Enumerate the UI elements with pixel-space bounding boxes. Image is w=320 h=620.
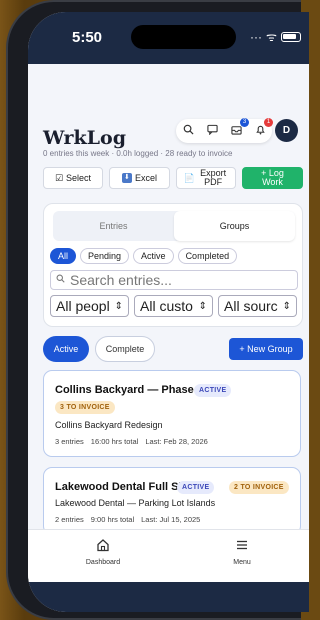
wifi-icon: ᯤ [266,30,277,44]
battery-icon [280,31,301,42]
export-pdf-button-label: Export PDF [200,168,227,187]
status-badge: ACTIVE [177,481,215,494]
search-placeholder: Search entries... [70,272,172,288]
excel-button-label: Excel [134,172,157,183]
nav-menu-label: Menu [233,559,251,566]
chevron-updown-icon: ⇕ [198,300,207,312]
signal-icon: ··· [250,29,262,44]
nav-menu[interactable]: Menu [212,538,272,566]
group-meta: 2 entries 9:00 hrs total Last: Jul 15, 2… [55,515,200,524]
weekly-summary: 0 entries this week · 0.0h logged · 28 r… [43,149,233,158]
chip-pending[interactable]: Pending [80,248,130,264]
group-title: Lakewood Dental Full Site [55,481,192,493]
search-icon[interactable] [180,124,196,138]
app-logo: WrkLog [43,127,126,149]
people-select-value: All peopl [56,298,110,314]
bottom-navigation: Dashboard Menu [28,529,309,582]
chip-completed[interactable]: Completed [177,248,238,264]
nav-dashboard-label: Dashboard [85,559,121,566]
bell-icon[interactable]: 1 [252,118,273,138]
status-badge: ACTIVE [194,384,232,397]
invoice-badge: 3 TO INVOICE [55,401,115,414]
log-work-button-label: + Log Work [261,168,284,187]
people-select[interactable]: All peopl ⇕ [50,295,129,317]
filter-panel: Entries Groups All Pending Active Comple… [43,203,303,327]
hamburger-menu-icon [212,538,272,555]
entry-count: 2 entries [55,515,84,524]
group-status-tabs: Active Complete + New Group [43,336,303,362]
inbox-count-badge: 3 [240,118,249,127]
header-icon-bar: 3 1 [176,118,273,143]
notification-count-badge: 1 [264,118,273,127]
download-icon: ⬇ [121,173,132,183]
tab-groups[interactable]: Groups [174,211,295,241]
view-toggle: Entries Groups [53,211,295,241]
chat-icon[interactable] [204,124,220,138]
status-icons: ··· ᯤ [250,28,301,45]
chevron-updown-icon: ⇕ [282,300,291,312]
dynamic-island [131,25,236,49]
last-date: Last: Jul 15, 2025 [141,515,201,524]
tab-complete-groups[interactable]: Complete [95,336,155,362]
source-select[interactable]: All sourc ⇕ [218,295,297,317]
log-work-button[interactable]: + Log Work [242,167,303,189]
home-indicator-area [28,582,309,612]
last-date: Last: Feb 28, 2026 [145,437,208,446]
select-button-label: Select [66,172,92,183]
entry-count: 3 entries [55,437,84,446]
group-project: Lakewood Dental — Parking Lot Islands [55,498,216,508]
group-project: Collins Backyard Redesign [55,420,163,430]
hours-total: 16:00 hrs total [90,437,139,446]
phone-frame: 5:50 ··· ᯤ WrkLog 0 entries this week · … [6,0,309,620]
source-select-value: All sourc [224,298,278,314]
nav-dashboard[interactable]: Dashboard [73,538,133,566]
document-icon: 📄 [183,172,196,183]
app-screen: 5:50 ··· ᯤ WrkLog 0 entries this week · … [28,12,309,612]
group-card[interactable]: Lakewood Dental Full Site ACTIVE 2 TO IN… [43,467,301,535]
tab-active-groups[interactable]: Active [43,336,89,362]
chevron-updown-icon: ⇕ [114,300,123,312]
chip-active[interactable]: Active [133,248,174,264]
customer-select-value: All custo [140,298,193,314]
group-meta: 3 entries 16:00 hrs total Last: Feb 28, … [55,437,208,446]
user-avatar[interactable]: D [275,119,298,142]
chip-all[interactable]: All [50,248,77,264]
status-time: 5:50 [72,29,103,46]
hours-total: 9:00 hrs total [90,515,135,524]
checkbox-icon: ☑ [54,172,64,183]
group-title: Collins Backyard — Phase 1 [55,384,203,396]
select-button[interactable]: ☑ Select [43,167,103,189]
home-icon [73,538,133,555]
tab-entries[interactable]: Entries [53,211,174,241]
filter-selects: All peopl ⇕ All custo ⇕ All sourc ⇕ [50,295,297,317]
search-input[interactable]: Search entries... [50,270,298,290]
excel-button[interactable]: ⬇ Excel [109,167,170,189]
group-card[interactable]: Collins Backyard — Phase 1 ACTIVE 3 TO I… [43,370,301,457]
status-chip-row: All Pending Active Completed [50,248,238,264]
status-bar: 5:50 ··· ᯤ [28,12,309,64]
export-pdf-button[interactable]: 📄 Export PDF [176,167,236,189]
customer-select[interactable]: All custo ⇕ [134,295,213,317]
search-field-icon [56,274,65,286]
invoice-badge: 2 TO INVOICE [229,481,289,494]
inbox-icon[interactable]: 3 [228,118,249,138]
new-group-button[interactable]: + New Group [229,338,303,360]
action-toolbar: ☑ Select ⬇ Excel 📄 Export PDF + Log Work [43,167,303,189]
